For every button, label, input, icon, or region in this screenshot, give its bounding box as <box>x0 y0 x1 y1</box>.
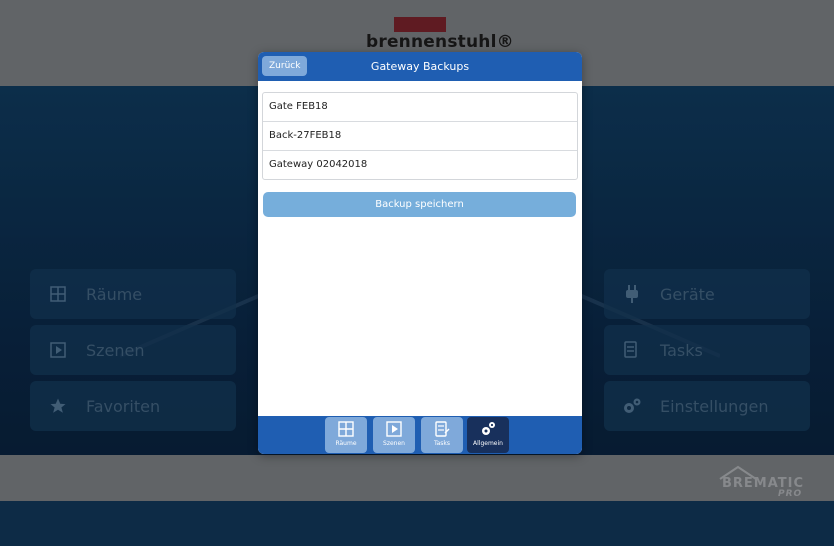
backup-list: Gate FEB18 Back-27FEB18 Gateway 02042018 <box>262 92 578 180</box>
tab-allgemein[interactable]: Allgemein <box>467 417 509 453</box>
list-item[interactable]: Gate FEB18 <box>263 93 577 122</box>
tab-label: Tasks <box>433 440 451 447</box>
tab-label: Allgemein <box>473 440 503 447</box>
task-icon <box>435 421 450 437</box>
tab-raeume[interactable]: Räume <box>325 417 367 453</box>
save-backup-button[interactable]: Backup speichern <box>263 192 576 217</box>
list-item[interactable]: Gateway 02042018 <box>263 151 577 179</box>
gateway-backups-dialog: Gateway Backups Zurück Gate FEB18 Back-2… <box>258 52 582 454</box>
dialog-header: Gateway Backups Zurück <box>258 52 582 81</box>
tab-szenen[interactable]: Szenen <box>373 417 415 453</box>
play-icon <box>386 421 402 437</box>
tab-label: Szenen <box>383 440 405 447</box>
tab-tasks[interactable]: Tasks <box>421 417 463 453</box>
gears-icon <box>482 422 495 435</box>
tab-label: Räume <box>335 440 357 447</box>
bottom-tab-bar: Räume Szenen Tasks Allgemein <box>258 416 582 454</box>
list-item[interactable]: Back-27FEB18 <box>263 122 577 151</box>
back-button[interactable]: Zurück <box>262 56 308 76</box>
grid-icon <box>338 421 354 437</box>
